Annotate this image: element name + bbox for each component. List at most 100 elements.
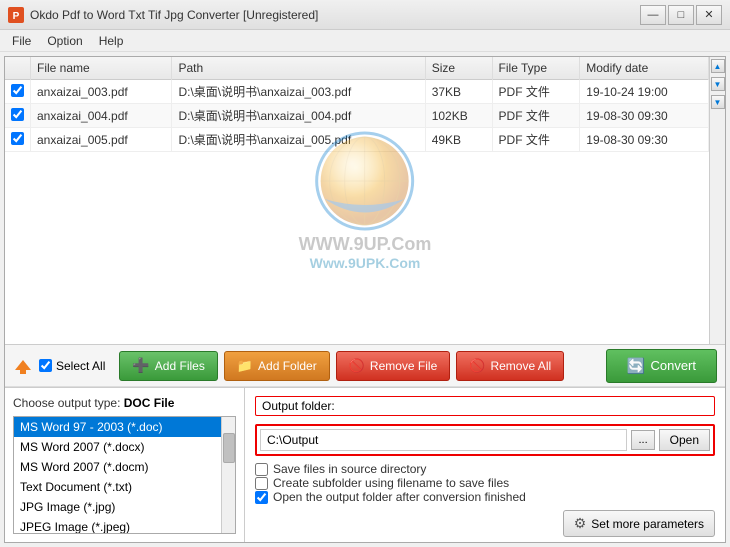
folder-option-1: Create subfolder using filename to save … [255, 476, 715, 490]
file-table-container[interactable]: File name Path Size File Type Modify dat… [5, 57, 709, 344]
set-params-button[interactable]: ⚙ Set more parameters [563, 510, 715, 537]
row-filename: anxaizai_003.pdf [31, 80, 172, 104]
folder-path-input[interactable] [260, 429, 627, 451]
row-filename: anxaizai_005.pdf [31, 128, 172, 152]
row-checkbox[interactable] [11, 84, 24, 97]
row-date: 19-08-30 09:30 [580, 128, 709, 152]
row-size: 102KB [425, 104, 492, 128]
col-path: Path [172, 57, 425, 80]
folder-option-checkbox-1[interactable] [255, 477, 268, 490]
maximize-button[interactable]: □ [668, 5, 694, 25]
folder-option-label-2: Open the output folder after conversion … [273, 490, 526, 504]
folder-browse-button[interactable]: ... [631, 430, 654, 450]
scroll-down-arrow2[interactable]: ▼ [711, 95, 725, 109]
row-filetype: PDF 文件 [492, 128, 580, 152]
folder-open-button[interactable]: Open [659, 429, 710, 451]
file-list-area: File name Path Size File Type Modify dat… [5, 57, 725, 345]
table-row: anxaizai_004.pdf D:\桌面\说明书\anxaizai_004.… [5, 104, 709, 128]
add-folder-label: Add Folder [258, 359, 317, 373]
row-checkbox[interactable] [11, 132, 24, 145]
scroll-up-arrow[interactable]: ▲ [711, 59, 725, 73]
add-files-icon: ➕ [132, 357, 149, 374]
file-table: File name Path Size File Type Modify dat… [5, 57, 709, 152]
list-scrollbar [221, 417, 235, 533]
add-folder-button[interactable]: 📁 Add Folder [224, 351, 330, 381]
menu-bar: File Option Help [0, 30, 730, 52]
select-all-label[interactable]: Select All [56, 359, 105, 373]
remove-file-label: Remove File [370, 359, 437, 373]
row-checkbox-cell[interactable] [5, 104, 31, 128]
row-checkbox-cell[interactable] [5, 128, 31, 152]
col-size: Size [425, 57, 492, 80]
select-all-checkbox[interactable] [39, 359, 52, 372]
remove-all-label: Remove All [490, 359, 551, 373]
remove-file-icon: 🚫 [349, 358, 365, 374]
row-path: D:\桌面\说明书\anxaizai_004.pdf [172, 104, 425, 128]
title-bar: P Okdo Pdf to Word Txt Tif Jpg Converter… [0, 0, 730, 30]
convert-icon: 🔄 [627, 357, 646, 375]
output-list-item[interactable]: JPG Image (*.jpg) [14, 497, 221, 517]
set-params-label: Set more parameters [591, 517, 704, 531]
output-list-item[interactable]: MS Word 2007 (*.docx) [14, 437, 221, 457]
folder-label: Output folder: [255, 396, 715, 416]
output-list-item[interactable]: Text Document (*.txt) [14, 477, 221, 497]
folder-option-0: Save files in source directory [255, 462, 715, 476]
row-size: 49KB [425, 128, 492, 152]
row-checkbox[interactable] [11, 108, 24, 121]
convert-label: Convert [650, 358, 696, 373]
output-type-text: Choose output type: [13, 396, 120, 410]
output-type-panel: Choose output type: DOC File MS Word 97 … [5, 388, 245, 542]
table-row: anxaizai_003.pdf D:\桌面\说明书\anxaizai_003.… [5, 80, 709, 104]
folder-option-label-1: Create subfolder using filename to save … [273, 476, 509, 490]
col-filetype: File Type [492, 57, 580, 80]
minimize-button[interactable]: — [640, 5, 666, 25]
app-icon: P [8, 7, 24, 23]
menu-help[interactable]: Help [91, 32, 132, 50]
add-files-button[interactable]: ➕ Add Files [119, 351, 217, 381]
toolbar: Select All ➕ Add Files 📁 Add Folder 🚫 Re… [5, 345, 725, 387]
output-list-container: MS Word 97 - 2003 (*.doc)MS Word 2007 (*… [13, 416, 236, 534]
col-filename: File name [31, 57, 172, 80]
row-path: D:\桌面\说明书\anxaizai_005.pdf [172, 128, 425, 152]
output-type-label: Choose output type: DOC File [13, 396, 236, 410]
folder-option-2: Open the output folder after conversion … [255, 490, 715, 504]
close-button[interactable]: ✕ [696, 5, 722, 25]
menu-file[interactable]: File [4, 32, 39, 50]
main-container: File name Path Size File Type Modify dat… [4, 56, 726, 543]
folder-option-checkbox-0[interactable] [255, 463, 268, 476]
folder-option-label-0: Save files in source directory [273, 462, 426, 476]
right-scrollbar: ▲ ▼ ▼ [709, 57, 725, 344]
menu-option[interactable]: Option [39, 32, 90, 50]
output-list-item[interactable]: MS Word 2007 (*.docm) [14, 457, 221, 477]
list-scroll-thumb [223, 433, 235, 463]
output-list-item[interactable]: MS Word 97 - 2003 (*.doc) [14, 417, 221, 437]
remove-file-button[interactable]: 🚫 Remove File [336, 351, 451, 381]
row-checkbox-cell[interactable] [5, 80, 31, 104]
folder-input-row: ... Open [255, 424, 715, 456]
row-path: D:\桌面\说明书\anxaizai_003.pdf [172, 80, 425, 104]
table-row: anxaizai_005.pdf D:\桌面\说明书\anxaizai_005.… [5, 128, 709, 152]
upload-icon [13, 356, 33, 376]
scroll-down-arrow1[interactable]: ▼ [711, 77, 725, 91]
output-list-item[interactable]: JPEG Image (*.jpeg) [14, 517, 221, 533]
row-filetype: PDF 文件 [492, 104, 580, 128]
row-filetype: PDF 文件 [492, 80, 580, 104]
row-filename: anxaizai_004.pdf [31, 104, 172, 128]
add-files-label: Add Files [155, 359, 205, 373]
folder-option-checkbox-2[interactable] [255, 491, 268, 504]
gear-icon: ⚙ [574, 515, 587, 532]
row-date: 19-10-24 19:00 [580, 80, 709, 104]
remove-all-button[interactable]: 🚫 Remove All [456, 351, 564, 381]
folder-options: Save files in source directoryCreate sub… [255, 462, 715, 504]
convert-button[interactable]: 🔄 Convert [606, 349, 717, 383]
folder-icon: 📁 [237, 358, 253, 374]
window-title: Okdo Pdf to Word Txt Tif Jpg Converter [… [30, 8, 318, 22]
col-check [5, 57, 31, 80]
output-list[interactable]: MS Word 97 - 2003 (*.doc)MS Word 2007 (*… [14, 417, 221, 533]
watermark-text2: Www.9UPK.Com [299, 255, 432, 271]
watermark-text1: WWW.9UP.Com [299, 234, 432, 255]
output-folder-panel: Output folder: ... Open Save files in so… [245, 388, 725, 542]
row-size: 37KB [425, 80, 492, 104]
select-all-area: Select All [39, 359, 105, 373]
row-date: 19-08-30 09:30 [580, 104, 709, 128]
